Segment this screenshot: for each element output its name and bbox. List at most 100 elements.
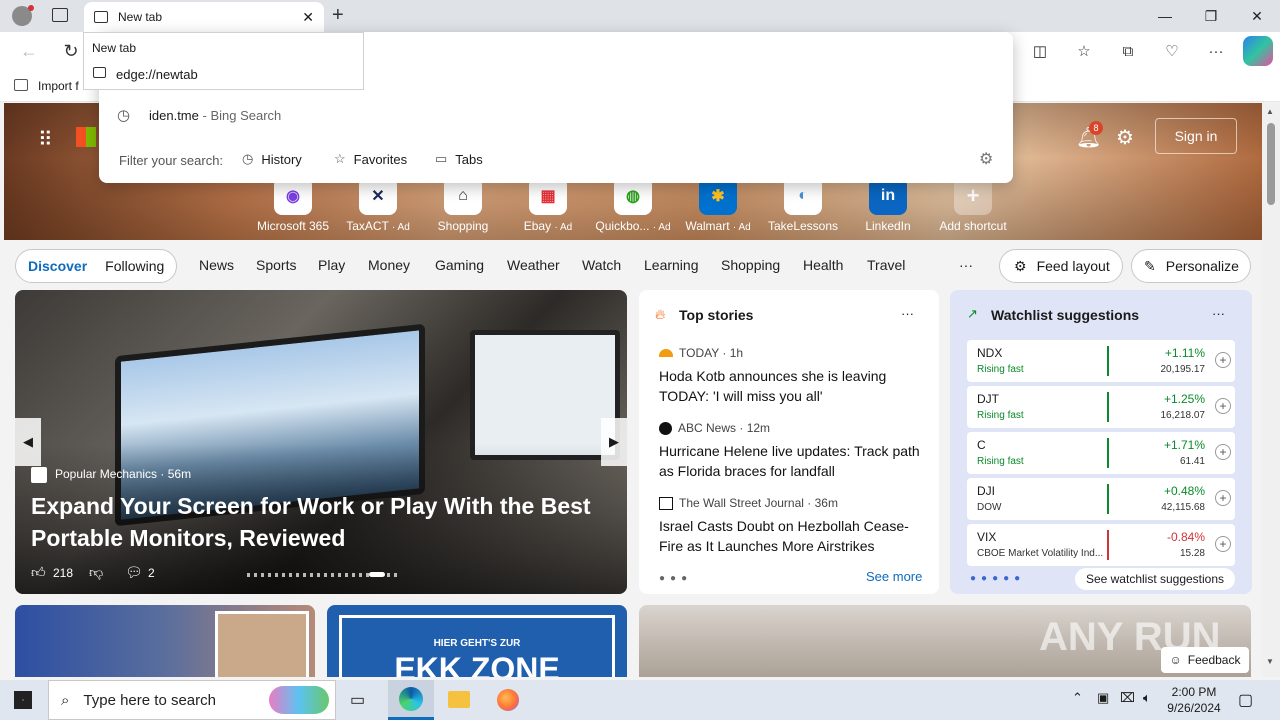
sign-in-button[interactable]: Sign in bbox=[1155, 118, 1237, 154]
notification-center-icon[interactable]: ▢ bbox=[1238, 690, 1253, 710]
page-dots[interactable]: ●●●●● bbox=[970, 573, 1025, 584]
windows-start-icon[interactable] bbox=[14, 691, 32, 709]
favorites-star-icon[interactable]: ☆ bbox=[1069, 36, 1099, 66]
tray-device-icon[interactable]: ▣ bbox=[1097, 690, 1109, 706]
browser-essentials-icon[interactable]: ♡ bbox=[1157, 36, 1187, 66]
nav-travel[interactable]: Travel bbox=[867, 257, 905, 273]
story-item[interactable]: The Wall Street Journal · 36m Israel Cas… bbox=[659, 496, 925, 556]
shortcut-add[interactable]: + Add shortcut bbox=[933, 177, 1013, 233]
shortcut-ebay[interactable]: ▦ Ebay · Ad bbox=[508, 177, 588, 233]
stock-row[interactable]: NDX Rising fast +1.11% 20,195.17 + bbox=[967, 340, 1235, 382]
nav-sports[interactable]: Sports bbox=[256, 257, 296, 273]
firefox-icon[interactable] bbox=[497, 689, 519, 711]
story-item[interactable]: TODAY · 1h Hoda Kotb announces she is le… bbox=[659, 346, 925, 406]
news-image-card[interactable] bbox=[15, 605, 315, 677]
nav-learning[interactable]: Learning bbox=[644, 257, 699, 273]
taskbar-search-box[interactable]: ⌕ Type here to search bbox=[48, 680, 336, 720]
shortcut-shopping[interactable]: ⌂ Shopping bbox=[423, 177, 503, 233]
filter-favorites[interactable]: ☆ Favorites bbox=[334, 151, 407, 167]
suggestion-item[interactable]: iden.tme - Bing Search bbox=[149, 108, 281, 123]
tab-actions-icon[interactable] bbox=[52, 8, 68, 22]
clock[interactable]: 2:00 PM 9/26/2024 bbox=[1166, 684, 1222, 716]
gear-icon[interactable]: ⚙ bbox=[979, 149, 993, 169]
stock-sub: CBOE Market Volatility Ind... bbox=[977, 548, 1104, 559]
scroll-down-icon[interactable]: ▼ bbox=[1266, 657, 1274, 666]
nav-news[interactable]: News bbox=[199, 257, 234, 273]
ad-label: · Ad bbox=[732, 222, 751, 233]
shortcut-linkedin[interactable]: in LinkedIn bbox=[848, 177, 928, 233]
nav-health[interactable]: Health bbox=[803, 257, 843, 273]
stock-row[interactable]: VIX CBOE Market Volatility Ind... -0.84% 15… bbox=[967, 524, 1235, 566]
ekk-ad-card[interactable]: HIER GEHT'S ZUR EKK ZONE bbox=[327, 605, 627, 677]
feed-layout-button[interactable]: ⚙ Feed layout bbox=[999, 249, 1123, 283]
shortcut-takelessons[interactable]: ◐ TakeLessons bbox=[763, 177, 843, 233]
refresh-icon[interactable]: ↻ bbox=[56, 36, 86, 66]
volume-icon[interactable]: 🔈︎ bbox=[1143, 690, 1151, 706]
edge-taskbar-icon[interactable] bbox=[388, 680, 434, 720]
comment-icon[interactable]: 💬︎ bbox=[125, 564, 143, 581]
scroll-up-icon[interactable]: ▲ bbox=[1266, 107, 1274, 116]
hero-story-card[interactable]: ◀ ▶ Popular Mechanics · 56m Expand Your … bbox=[15, 290, 627, 594]
tab-discover[interactable]: Discover bbox=[28, 258, 87, 274]
shortcut-walmart[interactable]: ✱ Walmart · Ad bbox=[678, 177, 758, 233]
new-tab-icon[interactable]: + bbox=[332, 4, 344, 27]
story-headline[interactable]: Expand Your Screen for Work or Play With… bbox=[31, 490, 611, 554]
nav-play[interactable]: Play bbox=[318, 257, 345, 273]
tab-following[interactable]: Following bbox=[105, 258, 164, 274]
shortcut-taxact[interactable]: ✕ TaxACT · Ad bbox=[338, 177, 418, 233]
page-scrollbar[interactable]: ▲ ▼ bbox=[1262, 103, 1280, 677]
apps-grid-icon[interactable]: ⠿ bbox=[38, 127, 53, 152]
see-watchlist-button[interactable]: See watchlist suggestions bbox=[1075, 568, 1235, 590]
carousel-next-button[interactable]: ▶ bbox=[601, 418, 627, 466]
add-stock-icon[interactable]: + bbox=[1215, 398, 1231, 414]
feedback-button[interactable]: ☺ Feedback bbox=[1161, 647, 1249, 673]
nav-more-icon[interactable]: ··· bbox=[959, 257, 973, 273]
nav-gaming[interactable]: Gaming bbox=[435, 257, 484, 273]
split-screen-icon[interactable]: ◫ bbox=[1025, 36, 1055, 66]
like-icon[interactable]: 👍︎ bbox=[31, 564, 46, 581]
story-item[interactable]: ABC News · 12m Hurricane Helene live upd… bbox=[659, 421, 925, 481]
close-tab-icon[interactable]: ✕ bbox=[302, 9, 314, 26]
tray-chevron-icon[interactable]: ⌃ bbox=[1072, 690, 1083, 706]
stock-row[interactable]: DJT Rising fast +1.25% 16,218.07 + bbox=[967, 386, 1235, 428]
restore-icon[interactable]: ❐ bbox=[1188, 0, 1234, 32]
add-stock-icon[interactable]: + bbox=[1215, 444, 1231, 460]
nav-watch[interactable]: Watch bbox=[582, 257, 621, 273]
copilot-icon[interactable] bbox=[1243, 36, 1273, 66]
stock-sub: DOW bbox=[977, 502, 1002, 513]
page-dots[interactable]: ●●● bbox=[659, 573, 692, 584]
see-more-link[interactable]: See more bbox=[866, 569, 922, 584]
collections-icon[interactable]: ⧉ bbox=[1113, 36, 1143, 66]
nav-shopping[interactable]: Shopping bbox=[721, 257, 780, 273]
minimize-icon[interactable]: — bbox=[1142, 0, 1188, 32]
task-view-icon[interactable]: ▭ bbox=[350, 690, 365, 710]
personalize-button[interactable]: ✎ Personalize bbox=[1131, 249, 1251, 283]
settings-more-icon[interactable]: ··· bbox=[1201, 36, 1231, 66]
add-stock-icon[interactable]: + bbox=[1215, 490, 1231, 506]
more-options-icon[interactable]: ··· bbox=[901, 306, 914, 321]
filter-tabs[interactable]: ▭ Tabs bbox=[435, 151, 483, 167]
add-stock-icon[interactable]: + bbox=[1215, 352, 1231, 368]
file-explorer-icon[interactable] bbox=[448, 691, 470, 708]
tab-new-tab[interactable]: New tab ✕ bbox=[84, 2, 324, 32]
nav-weather[interactable]: Weather bbox=[507, 257, 560, 273]
more-options-icon[interactable]: ··· bbox=[1212, 306, 1225, 321]
gear-icon[interactable]: ⚙ bbox=[1116, 125, 1134, 150]
nav-money[interactable]: Money bbox=[368, 257, 410, 273]
network-icon[interactable]: ⌧ bbox=[1120, 690, 1135, 706]
import-favorites-link[interactable]: Import f bbox=[38, 79, 79, 93]
filter-history[interactable]: ◷ History bbox=[242, 151, 302, 167]
scroll-thumb[interactable] bbox=[1267, 123, 1275, 205]
stock-row[interactable]: C Rising fast +1.71% 61.41 + bbox=[967, 432, 1235, 474]
close-window-icon[interactable]: ✕ bbox=[1234, 0, 1280, 32]
carousel-prev-button[interactable]: ◀ bbox=[15, 418, 41, 466]
dislike-icon[interactable]: 👎︎ bbox=[89, 564, 103, 581]
back-icon[interactable]: ← bbox=[14, 36, 44, 66]
add-stock-icon[interactable]: + bbox=[1215, 536, 1231, 552]
stock-row[interactable]: DJI DOW +0.48% 42,115.68 + bbox=[967, 478, 1235, 520]
like-count: 218 bbox=[53, 566, 74, 580]
shortcut-quickbooks[interactable]: ◍ Quickbo... · Ad bbox=[593, 177, 673, 233]
shortcut-microsoft-365[interactable]: ◉ Microsoft 365 bbox=[253, 177, 333, 233]
large-news-card[interactable]: ANY RUN ☺ Feedback bbox=[639, 605, 1251, 677]
stock-symbol: VIX bbox=[977, 530, 997, 544]
